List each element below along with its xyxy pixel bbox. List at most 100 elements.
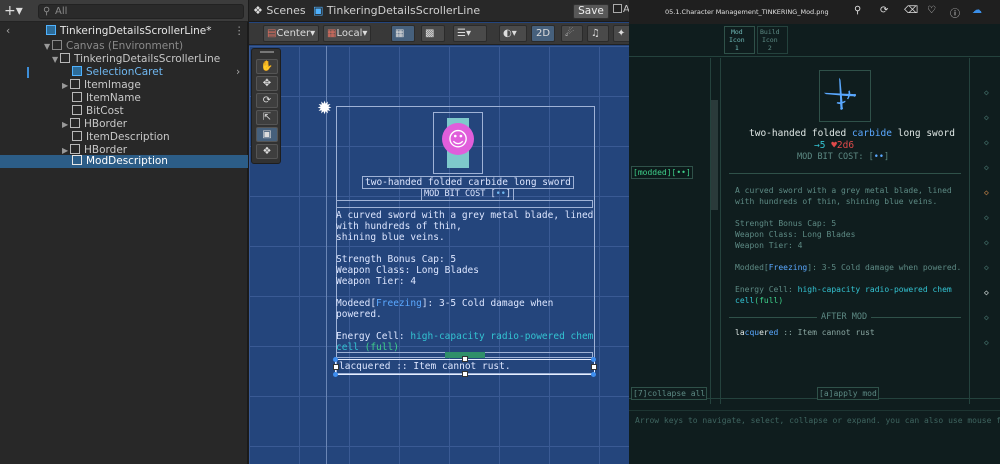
tab-prefab-label: TinkeringDetailsScrollerLine — [326, 4, 481, 17]
tab-mod-icon[interactable]: Mod Icon 1 — [724, 26, 755, 54]
anchor-handle[interactable] — [591, 357, 596, 362]
cloud-icon[interactable]: ☁ — [972, 5, 982, 16]
save-button[interactable]: Save — [573, 4, 609, 19]
collapse-all-button[interactable]: [7]collapse all — [631, 387, 708, 400]
cell-a: Energy Cell: — [336, 331, 411, 342]
hierarchy-row-itemdescription[interactable]: ItemDescription — [0, 131, 248, 144]
resize-handle[interactable] — [462, 371, 468, 377]
pivot-gizmo-icon[interactable]: ✹ — [317, 98, 332, 119]
collapse-icon[interactable]: ▶ — [62, 118, 70, 131]
scene-tools-overlay: ✋ ✥ ⟳ ⇱ ▣ ❖ — [251, 48, 281, 164]
rotate-tool-icon[interactable]: ⟳ — [256, 93, 278, 108]
desc-1: A curved sword with a grey metal blade, … — [735, 186, 952, 195]
tab-scenes[interactable]: ❖ Scenes — [253, 0, 306, 22]
tab-mod-icon-label: Mod Icon 1 — [729, 28, 745, 52]
hierarchy-search-input[interactable]: ⚲ All — [38, 4, 244, 19]
shading-dropdown[interactable]: ◐▾ — [499, 25, 527, 42]
expand-icon[interactable]: ▼ — [44, 40, 52, 53]
after-mod-header: AFTER MOD — [817, 312, 872, 323]
after-d: ed — [768, 328, 779, 337]
zoom-icon[interactable]: ⚲ — [854, 5, 861, 16]
anchor-handle[interactable] — [591, 372, 596, 377]
list-scrollbar[interactable] — [711, 100, 718, 210]
resize-handle[interactable] — [591, 364, 597, 370]
chevron-right-icon[interactable]: › — [236, 66, 240, 79]
bit-cost-label: MOD BIT COST: [ — [797, 152, 874, 162]
bit-glyph: •• — [495, 189, 506, 199]
transform-tool-icon[interactable]: ❖ — [256, 144, 278, 159]
item-prefix: two-handed folded — [749, 128, 852, 139]
space-dropdown[interactable]: ▦Local▾ — [323, 25, 372, 42]
list-rule — [720, 58, 721, 404]
gameobject-icon — [72, 155, 82, 165]
pv-value: →5 — [814, 140, 826, 151]
grid-snap-button[interactable]: ▦ — [391, 25, 415, 42]
preview-after-mod: lacquered :: Item cannot rust. — [339, 361, 511, 372]
item-icon-frame: ⚔ — [816, 70, 871, 122]
collapse-icon[interactable]: ▶ — [62, 79, 70, 92]
stat-1: Strenght Bonus Cap: 5 — [735, 219, 837, 228]
drag-handle[interactable] — [260, 51, 274, 53]
sword-icon: ⚔ — [816, 70, 867, 120]
light-icon: ☄ — [565, 28, 574, 39]
scene-toolbar: ▤Center▾ ▦Local▾ ▦ ▩ ☰▾ ◐▾ 2D ☄ ♫ ✦ — [249, 23, 629, 45]
right-list-markers: ◇ ◇ ◇ ◇ ◇ ◇ ◇ ◇ ◇ ◇ ◇ — [984, 88, 989, 347]
mod-b: ]: 3-5 Cold damage when powered. — [807, 263, 962, 272]
anchor-handle[interactable] — [333, 372, 338, 377]
resize-handle[interactable] — [333, 364, 339, 370]
hierarchy-row-itemname[interactable]: ItemName — [0, 92, 248, 105]
mode-2d-toggle[interactable]: 2D — [531, 25, 555, 42]
anchor-handle[interactable] — [333, 357, 338, 362]
auto-save-checkbox[interactable] — [613, 4, 622, 13]
info-icon[interactable]: ⓘ — [950, 5, 960, 20]
pivot-dropdown[interactable]: ▤Center▾ — [263, 25, 320, 42]
bit-cost: MOD BIT COST: [••] — [797, 152, 889, 163]
row-label: ItemImage — [84, 79, 141, 91]
stat-2: Weapon Class: Long Blades — [735, 230, 856, 239]
expand-icon[interactable]: ▼ — [52, 53, 60, 66]
back-arrow-icon[interactable]: ‹ — [6, 25, 10, 38]
tab-build-icon-label: Build Icon 2 — [760, 28, 780, 52]
tab-prefab[interactable]: ▣ TinkeringDetailsScrollerLine — [313, 0, 480, 22]
pivot-label: Center — [276, 28, 311, 39]
menu-icon[interactable]: ⋮ — [234, 25, 245, 38]
item-stats: →5 ♥2d6 — [814, 140, 854, 151]
rotate-icon[interactable]: ⟳ — [880, 5, 888, 16]
add-object-button[interactable]: +▾ — [4, 3, 30, 19]
hierarchy-row-canvas[interactable]: ▼ Canvas (Environment) — [0, 40, 248, 53]
gameobject-icon — [60, 53, 70, 63]
apply-mod-button[interactable]: [a]apply mod — [817, 387, 879, 400]
smiley-placeholder-icon: ☺ — [442, 123, 474, 155]
hierarchy-row-bitcost[interactable]: BitCost — [0, 105, 248, 118]
hierarchy-row-selectioncaret[interactable]: SelectionCaret › — [0, 66, 248, 79]
tab-build-icon[interactable]: Build Icon 2 — [757, 26, 788, 54]
snap-increment-button[interactable]: ▩ — [421, 25, 445, 42]
hierarchy-row-moddescription[interactable]: ModDescription — [0, 155, 248, 168]
after-mod-text: lacquered :: Item cannot rust — [735, 327, 875, 338]
rect-tool-icon[interactable]: ▣ — [256, 127, 278, 142]
scale-tool-icon[interactable]: ⇱ — [256, 110, 278, 125]
hierarchy-row-scrollerline[interactable]: ▼ TinkeringDetailsScrollerLine — [0, 53, 248, 66]
hierarchy-row-itemimage[interactable]: ▶ ItemImage — [0, 79, 248, 92]
after-b: cqu — [744, 328, 760, 337]
row-label: SelectionCaret — [86, 66, 163, 78]
bit-close: ] — [505, 189, 512, 199]
scene-root-row[interactable]: ‹ TinkeringDetailsScrollerLine* ⋮ — [0, 25, 248, 38]
hierarchy-row-hborder-1[interactable]: ▶ HBorder — [0, 118, 248, 131]
favorite-icon[interactable]: ♡ — [927, 5, 936, 16]
hint-rule — [629, 410, 1000, 411]
row-label: ItemDescription — [86, 131, 170, 143]
audio-toggle[interactable]: ♫ — [587, 25, 609, 42]
item-suffix: long sword — [892, 128, 955, 139]
bit-close: ] — [884, 152, 890, 162]
mod-c: powered. — [336, 309, 382, 320]
resize-handle[interactable] — [462, 356, 468, 362]
grid-visibility-dropdown[interactable]: ☰▾ — [453, 25, 487, 42]
lighting-toggle[interactable]: ☄ — [561, 25, 583, 42]
after-e: :: Item cannot rust — [778, 328, 875, 337]
delete-icon[interactable]: ⌫ — [904, 5, 918, 16]
hand-tool-icon[interactable]: ✋ — [256, 59, 278, 74]
row-label: BitCost — [86, 105, 124, 117]
move-tool-icon[interactable]: ✥ — [256, 76, 278, 91]
effects-toggle[interactable]: ✦ — [613, 25, 629, 42]
